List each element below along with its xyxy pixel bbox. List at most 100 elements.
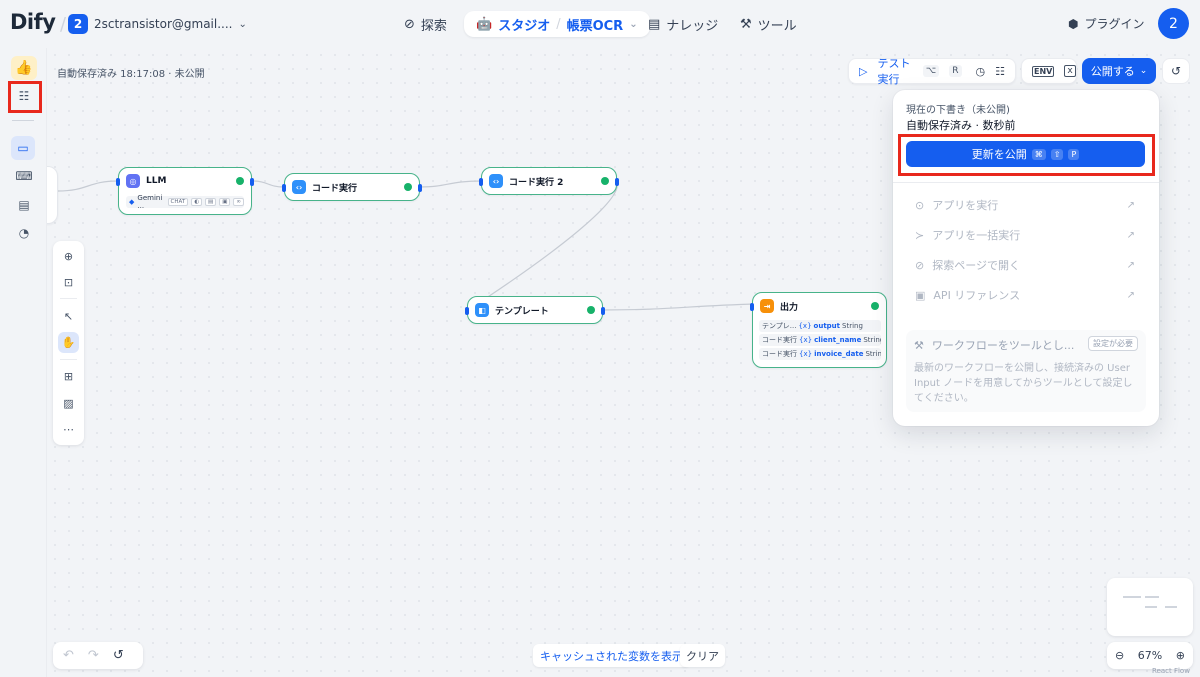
add-node-icon[interactable]: ⊕ (58, 246, 79, 267)
plugins-button[interactable]: ⬢ プラグイン (1068, 15, 1145, 32)
batch-run-item[interactable]: ≻ アプリを一括実行 ↗ (915, 225, 1135, 245)
external-link-icon: ↗ (1126, 229, 1135, 241)
workflow-icon[interactable]: ▭ (11, 136, 35, 160)
api-reference-item[interactable]: ▣ API リファレンス ↗ (915, 285, 1135, 305)
show-cached-variables-button[interactable]: キャッシュされた変数を表示 (533, 644, 690, 667)
explore-icon: ⊘ (915, 258, 925, 272)
undo-icon[interactable]: ↶ (63, 648, 74, 663)
nav-studio[interactable]: 🤖 スタジオ / 帳票OCR ⌄ (464, 11, 650, 37)
edge (467, 180, 618, 311)
undo-redo-bar: ↶ ↷ ↺ (53, 642, 143, 669)
workspace-selector[interactable]: 2 2sctransistor@gmail.... ⌄ (68, 13, 247, 35)
orchestrate-icon[interactable]: ☷ (14, 86, 34, 106)
update-publish-button[interactable]: 更新を公開 ⌘ ⇧ P (906, 141, 1145, 167)
more-icon[interactable]: ⋯ (58, 419, 79, 440)
variable-name: output (813, 322, 841, 330)
publish-popup: 現在の下書き（未公開) 自動保存済み · 数秒前 更新を公開 ⌘ ⇧ P ⊙ ア… (893, 90, 1159, 426)
output-handle[interactable] (601, 307, 605, 315)
template-node[interactable]: ◧ テンプレート (465, 296, 605, 324)
run-app-label: アプリを実行 (932, 199, 999, 212)
node-header: ◎ LLM (126, 174, 166, 188)
avatar[interactable]: 2 (1158, 8, 1189, 39)
play-icon: ▷ (859, 64, 868, 78)
clear-button[interactable]: クリア (680, 644, 725, 667)
history-icon: ↺ (1170, 64, 1182, 78)
input-handle[interactable] (282, 184, 286, 192)
workspace-name: 2sctransistor@gmail.... (94, 17, 233, 31)
edge (251, 180, 285, 188)
nav-knowledge[interactable]: ▤ ナレッジ (648, 11, 718, 37)
env-toolbar: ENV x (1021, 58, 1077, 84)
canvas-toolbar: ⊕ ⊡ ↖ ✋ ⊞ ▨ ⋯ (53, 241, 84, 445)
workflow-tool-description: 最新のワークフローを公開し、接続済みの User Input ノードを用意してか… (914, 363, 1133, 404)
add-note-icon[interactable]: ⊡ (58, 272, 79, 293)
monitoring-icon[interactable]: ◔ (14, 223, 34, 243)
code-node[interactable]: ‹› コード実行 (282, 173, 422, 201)
llm-node[interactable]: ◎ LLM ◆ Gemini ... CHAT ◐ ▤ ▣ ∞ (116, 167, 254, 215)
variables-icon[interactable]: x (1064, 65, 1076, 77)
redo-icon[interactable]: ↷ (88, 648, 99, 663)
minimap[interactable] (1107, 578, 1193, 636)
output-handle[interactable] (418, 184, 422, 192)
input-handle[interactable] (116, 178, 120, 186)
hammer-icon: ⚒ (914, 338, 924, 352)
zoom-control: ⊖ 67% ⊕ (1107, 642, 1193, 669)
output-handle[interactable] (615, 178, 619, 186)
zoom-level[interactable]: 67% (1138, 649, 1162, 662)
history-button[interactable]: ↺ (1162, 58, 1190, 84)
input-handle[interactable] (750, 303, 754, 311)
variable-type: String (863, 336, 881, 344)
header-separator: / (60, 14, 67, 35)
configure-required-badge: 設定が必要 (1088, 336, 1138, 351)
hand-icon[interactable]: ✋ (58, 332, 79, 353)
robot-icon: 🤖 (476, 16, 493, 32)
zoom-in-icon[interactable]: ⊕ (1176, 649, 1185, 662)
workspace-badge: 2 (68, 14, 88, 34)
app-icon[interactable]: 👍 (11, 56, 37, 80)
success-icon (587, 306, 595, 314)
organize-blocks-icon[interactable]: ⊞ (58, 366, 79, 387)
checklist-run-icon[interactable]: ◷ (976, 65, 986, 78)
success-icon (871, 302, 879, 310)
node-title: LLM (146, 176, 167, 186)
shortcut-key: ⌘ (1031, 148, 1046, 160)
workflow-as-tool-card[interactable]: ⚒ ワークフローをツールとし... 設定が必要 最新のワークフローを公開し、接続… (906, 330, 1146, 412)
nav-explore[interactable]: ⊘ 探索 (404, 11, 447, 37)
input-handle[interactable] (465, 307, 469, 315)
variable-icon: {x} (799, 350, 813, 358)
code-node-2[interactable]: ‹› コード実行 2 (479, 167, 619, 195)
source-node: コード実行 (762, 350, 797, 358)
workflow-tool-header: ⚒ ワークフローをツールとし... (914, 337, 1074, 353)
output-node[interactable]: ⇥ 出力 テンプレ... {x} output String コード実行 {x}… (750, 292, 887, 368)
zoom-out-icon[interactable]: ⊖ (1115, 649, 1124, 662)
pointer-icon[interactable]: ↖ (58, 306, 79, 327)
api-icon: ▣ (915, 288, 926, 302)
test-run-button[interactable]: ▷ テスト実行 ⌥ R ◷ ☷ (848, 57, 1016, 86)
book-icon: ▤ (648, 16, 661, 32)
publish-button[interactable]: 公開する ⌄ (1082, 58, 1156, 84)
tool-divider (60, 298, 77, 299)
history-icon[interactable]: ↺ (113, 648, 124, 663)
react-flow-attribution[interactable]: React Flow (1152, 667, 1190, 675)
api-reference-label: API リファレンス (933, 289, 1021, 302)
env-button[interactable]: ENV (1032, 65, 1055, 77)
export-image-icon[interactable]: ▨ (58, 393, 79, 414)
checklist-icon[interactable]: ☷ (995, 65, 1005, 78)
run-app-item[interactable]: ⊙ アプリを実行 ↗ (915, 195, 1135, 215)
open-explore-item[interactable]: ⊘ 探索ページで開く ↗ (915, 255, 1135, 275)
dify-logo[interactable]: Dify (10, 10, 56, 34)
nav-separator: / (556, 16, 561, 32)
code-icon: ‹› (489, 174, 503, 188)
nav-tools[interactable]: ⚒ ツール (740, 11, 797, 37)
shortcut-key: ⌥ (922, 65, 940, 77)
model-selector[interactable]: ◆ Gemini ... CHAT ◐ ▤ ▣ ∞ (126, 194, 244, 210)
app-selector[interactable]: 帳票OCR (567, 15, 624, 34)
chevron-down-icon: ⌄ (629, 18, 638, 30)
input-handle[interactable] (479, 178, 483, 186)
batch-run-icon: ≻ (915, 228, 925, 242)
node-header: ‹› コード実行 2 (489, 174, 563, 188)
shortcut-key: P (1068, 148, 1080, 160)
api-access-icon[interactable]: ⌨ (14, 166, 34, 186)
output-handle[interactable] (250, 178, 254, 186)
logs-icon[interactable]: ▤ (14, 195, 34, 215)
